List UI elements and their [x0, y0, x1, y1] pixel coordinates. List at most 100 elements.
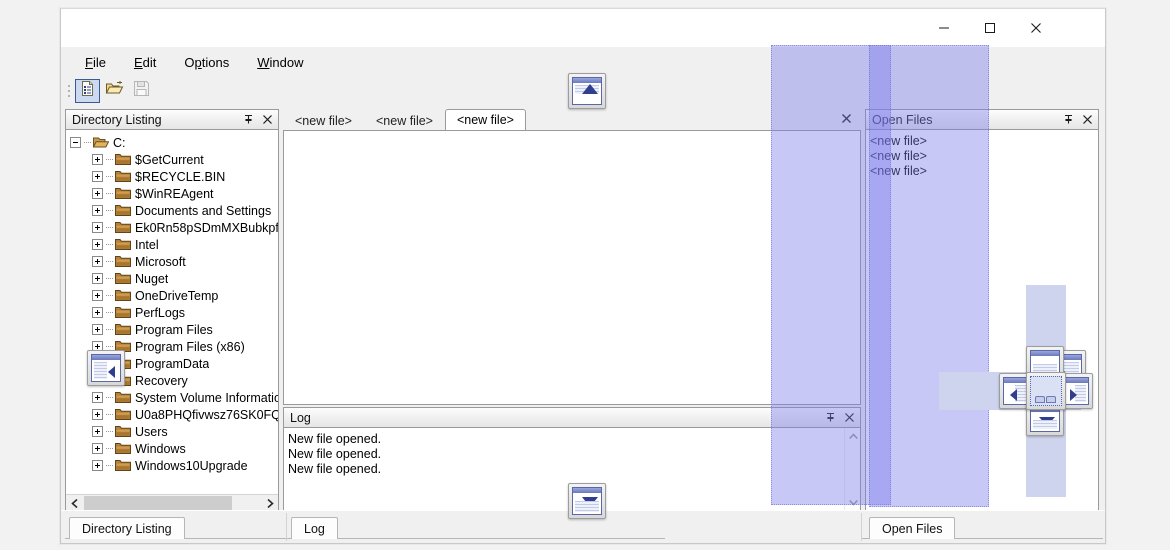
log-line: New file opened. [288, 432, 382, 446]
save-button[interactable] [129, 79, 154, 103]
toolbar-grip[interactable] [64, 82, 73, 100]
open-file-item[interactable]: <new file> [870, 134, 1098, 149]
tree-expander-expand-icon[interactable] [92, 256, 103, 267]
tree-node[interactable]: $GetCurrent [70, 151, 278, 168]
tree-connector [106, 278, 113, 279]
tree-node[interactable]: $RECYCLE.BIN [70, 168, 278, 185]
tree-node-label: Windows [135, 441, 186, 456]
tree-expander-expand-icon[interactable] [92, 290, 103, 301]
tree-expander-expand-icon[interactable] [92, 409, 103, 420]
tree-expander-expand-icon[interactable] [92, 171, 103, 182]
tree-expander-expand-icon[interactable] [92, 222, 103, 233]
log-vertical-scrollbar[interactable] [844, 428, 860, 511]
maximize-button[interactable] [967, 9, 1013, 46]
bottom-tab-directory-listing[interactable]: Directory Listing [69, 517, 185, 539]
tree-node[interactable]: Nuget [70, 270, 278, 287]
folder-icon [115, 188, 131, 199]
tree-expander-expand-icon[interactable] [92, 239, 103, 250]
tree-connector [106, 414, 113, 415]
dock-tabbed-guide[interactable] [1026, 372, 1066, 410]
tree-expander-expand-icon[interactable] [92, 188, 103, 199]
tree-expander-expand-icon[interactable] [92, 154, 103, 165]
pin-icon[interactable] [240, 111, 257, 128]
scroll-left-icon[interactable] [66, 495, 83, 511]
tree-node[interactable]: Windows [70, 440, 278, 457]
tree-node[interactable]: Users [70, 423, 278, 440]
tree-connector [106, 295, 113, 296]
tree-node-label: C: [113, 135, 126, 150]
tree-node-label: Nuget [135, 271, 169, 286]
bottom-tab-log[interactable]: Log [291, 517, 338, 539]
open-file-item[interactable]: <new file> [870, 164, 1098, 179]
log-text-area[interactable]: New file opened. New file opened. New file… [284, 428, 844, 511]
tree-connector [106, 159, 113, 160]
tree-expander-expand-icon[interactable] [92, 324, 103, 335]
save-disk-icon [133, 80, 150, 102]
directory-tree[interactable]: C: $GetCurrent $RECYCLE.BIN $WinREAgent Docu… [66, 130, 278, 494]
open-file-item[interactable]: <new file> [870, 149, 1098, 164]
folder-icon [115, 443, 131, 454]
dock-top-guide[interactable] [568, 73, 606, 109]
minimize-button[interactable] [921, 9, 967, 46]
tree-expander-expand-icon[interactable] [92, 273, 103, 284]
folder-icon [115, 222, 131, 233]
bottom-tab-open-files[interactable]: Open Files [869, 517, 956, 539]
pin-icon[interactable] [1060, 111, 1077, 128]
scrollbar-thumb[interactable] [84, 496, 232, 510]
document-tab[interactable]: <new file> [364, 111, 445, 131]
tree-connector [106, 346, 113, 347]
tree-node[interactable]: Ek0Rn58pSDmMXBubkpfGp [70, 219, 278, 236]
close-button[interactable] [1013, 9, 1059, 46]
editor-close-button[interactable] [838, 111, 855, 128]
dock-edge-left-guide[interactable] [87, 350, 125, 386]
tree-expander-expand-icon[interactable] [92, 426, 103, 437]
document-tab[interactable]: <new file> [283, 111, 364, 131]
tree-connector [106, 312, 113, 313]
tree-connector [106, 329, 113, 330]
directory-horizontal-scrollbar[interactable] [66, 494, 278, 511]
close-icon[interactable] [259, 111, 276, 128]
menu-item-file[interactable]: File [71, 51, 120, 74]
tree-node-root[interactable]: C: [70, 134, 278, 151]
tree-connector [106, 193, 113, 194]
bottom-tab-label: Log [304, 521, 325, 536]
folder-icon [115, 239, 131, 250]
scroll-up-icon[interactable] [845, 428, 860, 445]
menu-item-edit[interactable]: Edit [120, 51, 170, 74]
tree-expander-expand-icon[interactable] [92, 392, 103, 403]
tree-node[interactable]: Documents and Settings [70, 202, 278, 219]
menu-item-window[interactable]: Window [243, 51, 317, 74]
document-tab-active[interactable]: <new file> [444, 109, 526, 131]
tree-node[interactable]: Program Files [70, 321, 278, 338]
tree-node[interactable]: PerfLogs [70, 304, 278, 321]
tree-connector [106, 465, 113, 466]
scroll-down-icon[interactable] [845, 494, 860, 511]
tree-expander-expand-icon[interactable] [92, 460, 103, 471]
text-editor-canvas[interactable] [283, 130, 861, 405]
scroll-right-icon[interactable] [261, 495, 278, 511]
open-folder-button[interactable] [102, 79, 127, 103]
pin-icon[interactable] [822, 409, 839, 426]
tree-node[interactable]: $WinREAgent [70, 185, 278, 202]
tree-node-label: Users [135, 424, 168, 439]
tree-node[interactable]: U0a8PHQfivwsz76SK0FQ5q [70, 406, 278, 423]
folder-icon [115, 273, 131, 284]
title-bar [61, 9, 1105, 47]
menu-item-options[interactable]: Options [170, 51, 243, 74]
tree-expander-expand-icon[interactable] [92, 205, 103, 216]
tree-node[interactable]: OneDriveTemp [70, 287, 278, 304]
tree-expander-expand-icon[interactable] [92, 443, 103, 454]
tree-node-label: $WinREAgent [135, 186, 214, 201]
new-file-button[interactable] [75, 79, 100, 103]
close-icon[interactable] [1079, 111, 1096, 128]
tree-expander-collapse-icon[interactable] [70, 137, 81, 148]
editor-area: <new file> <new file> <new file> [283, 109, 861, 405]
folder-icon [115, 409, 131, 420]
tree-node[interactable]: Windows10Upgrade [70, 457, 278, 474]
tree-node[interactable]: Microsoft [70, 253, 278, 270]
tree-expander-expand-icon[interactable] [92, 307, 103, 318]
tree-node[interactable]: System Volume Information [70, 389, 278, 406]
tree-node[interactable]: Intel [70, 236, 278, 253]
close-icon[interactable] [841, 409, 858, 426]
dock-bottom-guide[interactable] [568, 483, 606, 519]
